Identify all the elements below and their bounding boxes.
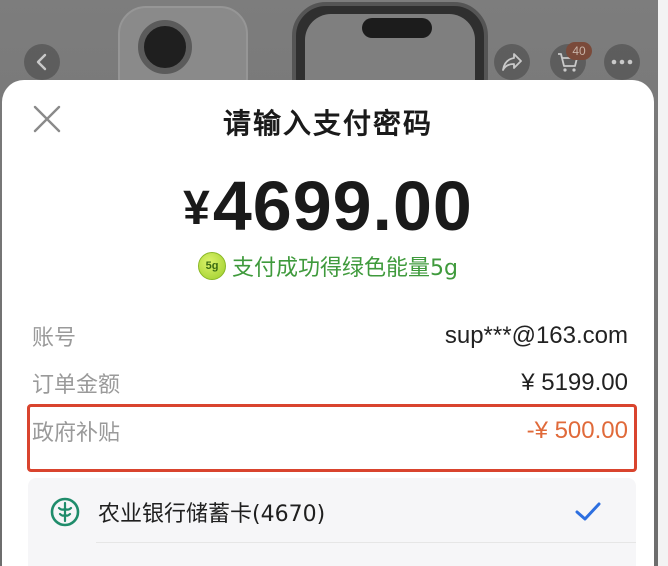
detail-value-account: sup***@163.com: [444, 322, 628, 349]
detail-value-government-subsidy: -¥ 500.00: [526, 417, 628, 444]
back-button[interactable]: [24, 44, 60, 80]
detail-row-account: 账号 sup***@163.com: [32, 318, 628, 354]
more-button[interactable]: [604, 44, 640, 80]
sheet-title: 请输入支付密码: [222, 107, 433, 140]
green-energy-text: 支付成功得绿色能量5g: [232, 256, 458, 281]
product-image-dynamic-island: [362, 18, 432, 38]
more-icon: [611, 59, 633, 65]
share-icon: [502, 53, 522, 71]
detail-label-order-amount: 订单金额: [32, 373, 121, 398]
detail-value-order-amount: ¥ 5199.00: [521, 369, 628, 396]
payment-password-sheet: 请输入支付密码 ¥4699.00 5g 支付成功得绿色能量5g 账号 sup**…: [2, 80, 654, 566]
payment-method-name: 农业银行储蓄卡(4670): [98, 502, 326, 527]
green-energy-reward: 5g 支付成功得绿色能量5g: [2, 250, 654, 282]
payment-method-abc-debit-card[interactable]: 农业银行储蓄卡(4670): [28, 486, 636, 538]
currency-symbol: ¥: [183, 182, 211, 235]
checkmark-icon: [575, 502, 601, 521]
screen-edge: [658, 0, 668, 566]
payment-method-section: 农业银行储蓄卡(4670): [28, 478, 636, 566]
share-button[interactable]: [494, 44, 530, 80]
detail-row-government-subsidy: 政府补贴 -¥ 500.00: [32, 413, 628, 449]
green-energy-icon: 5g: [198, 252, 227, 280]
chevron-left-icon: [36, 53, 47, 71]
payment-amount: ¥4699.00: [2, 166, 654, 246]
amount-value: 4699.00: [212, 167, 473, 245]
detail-label-account: 账号: [32, 326, 77, 351]
cart-count-badge: 40: [566, 42, 592, 60]
detail-row-order-amount: 订单金额 ¥ 5199.00: [32, 365, 628, 401]
detail-label-government-subsidy: 政府补贴: [32, 421, 121, 446]
abc-bank-icon: [50, 497, 80, 527]
product-image-camera: [138, 20, 192, 74]
payment-method-divider: [96, 542, 636, 543]
